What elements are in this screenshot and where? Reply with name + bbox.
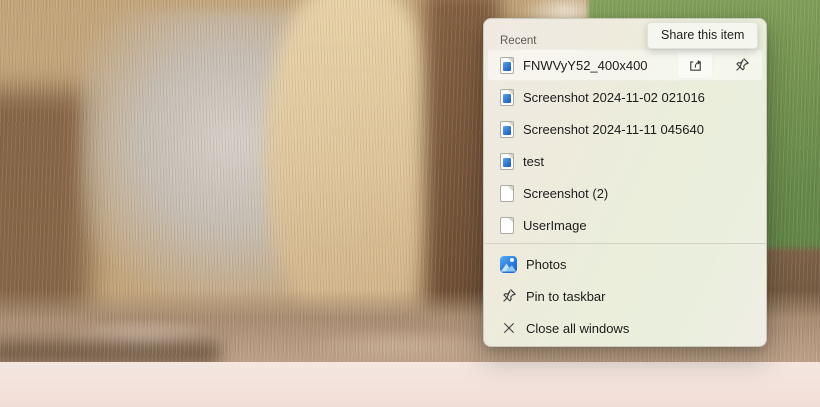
task-item-label: Close all windows [526,321,629,336]
task-item-photos[interactable]: Photos [487,248,763,280]
jump-list-tasks: Photos Pin to taskbar Close all windows [484,246,766,344]
image-file-icon [500,153,514,170]
recent-item[interactable]: FNWVyY52_400x400 [487,49,763,81]
recent-items: FNWVyY52_400x400 Screenshot 2024-11-0 [484,49,766,241]
task-item-label: Pin to taskbar [526,289,606,304]
task-item-label: Photos [526,257,566,272]
close-icon [500,320,517,337]
task-item-close-all-windows[interactable]: Close all windows [487,312,763,344]
recent-item-label: Screenshot 2024-11-02 021016 [523,90,705,105]
share-icon [687,57,704,74]
share-button[interactable] [677,51,713,79]
image-file-icon [500,89,514,106]
recent-item-label: Screenshot (2) [523,186,608,201]
pin-icon [500,288,517,305]
blank-file-icon [500,217,514,234]
image-file-icon [500,57,514,74]
tooltip: Share this item [647,22,758,49]
recent-item[interactable]: Screenshot (2) [487,177,763,209]
desktop: Recent FNWVyY52_400x400 [0,0,820,407]
recent-item-label: UserImage [523,218,587,233]
pin-item-button[interactable] [727,51,757,79]
recent-item[interactable]: Screenshot 2024-11-02 021016 [487,81,763,113]
recent-item-label: Screenshot 2024-11-11 045640 [523,122,704,137]
divider [484,243,766,244]
image-file-icon [500,121,514,138]
recent-item[interactable]: UserImage [487,209,763,241]
task-item-pin-to-taskbar[interactable]: Pin to taskbar [487,280,763,312]
pin-icon [734,57,750,73]
taskbar: Search [0,362,820,407]
recent-item[interactable]: test [487,145,763,177]
photos-app-icon [500,256,517,273]
jump-list: Recent FNWVyY52_400x400 [483,18,767,347]
recent-item-label: FNWVyY52_400x400 [523,58,648,73]
blank-file-icon [500,185,514,202]
recent-item[interactable]: Screenshot 2024-11-11 045640 [487,113,763,145]
recent-item-label: test [523,154,544,169]
